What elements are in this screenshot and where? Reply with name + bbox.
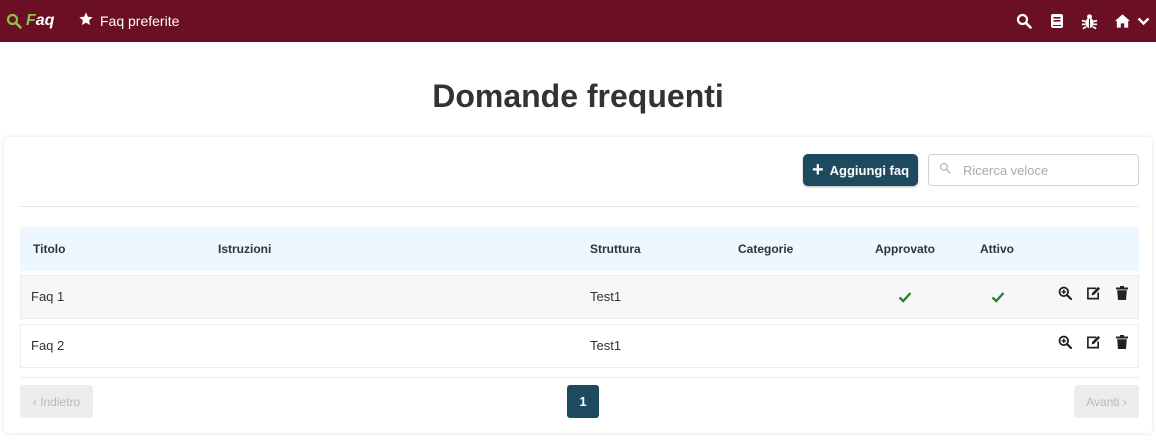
search-icon xyxy=(939,161,951,179)
search-logo-icon xyxy=(6,13,22,29)
favorites-label: Faq preferite xyxy=(100,13,180,29)
trash-icon[interactable] xyxy=(1116,286,1128,305)
active-check-icon xyxy=(991,290,1005,308)
brand-logo[interactable]: Faq xyxy=(6,11,54,31)
cell-struttura: Test1 xyxy=(590,338,622,353)
brand-initial: F xyxy=(26,12,36,29)
favorites-link[interactable]: Faq preferite xyxy=(78,11,179,31)
table-row[interactable]: Faq 2 Test1 xyxy=(20,324,1139,368)
cell-struttura: Test1 xyxy=(590,289,622,304)
add-faq-label: Aggiungi faq xyxy=(829,162,910,178)
column-header-istruzioni[interactable]: Istruzioni xyxy=(218,242,271,256)
quick-search-field[interactable] xyxy=(928,154,1139,186)
quick-search-input[interactable] xyxy=(963,162,1133,178)
plus-icon: + xyxy=(811,159,824,181)
add-faq-button[interactable]: + Aggiungi faq xyxy=(803,154,918,186)
column-header-attivo[interactable]: Attivo xyxy=(980,242,1014,256)
search-icon[interactable] xyxy=(1016,12,1032,30)
cell-titolo: Faq 2 xyxy=(31,338,65,353)
chevron-down-icon[interactable] xyxy=(1137,12,1150,30)
top-navbar: Faq Faq preferite xyxy=(0,0,1156,42)
column-header-struttura[interactable]: Struttura xyxy=(590,242,641,256)
table-header: Titolo Istruzioni Struttura Categorie Ap… xyxy=(20,227,1139,271)
toolbar-divider xyxy=(20,206,1139,207)
faq-table-card: + Aggiungi faq Titolo Istruzioni Struttu… xyxy=(4,137,1152,433)
approved-check-icon xyxy=(898,290,912,308)
pagination-divider xyxy=(20,377,1139,378)
brand-name: Faq xyxy=(26,12,54,30)
trash-icon[interactable] xyxy=(1116,335,1128,354)
column-header-titolo[interactable]: Titolo xyxy=(33,242,65,256)
table-row[interactable]: Faq 1 Test1 xyxy=(20,275,1139,319)
cell-titolo: Faq 1 xyxy=(31,289,65,304)
previous-page-button[interactable]: ‹ Indietro xyxy=(20,385,93,418)
home-icon[interactable] xyxy=(1114,12,1131,30)
zoom-icon[interactable] xyxy=(1058,286,1073,305)
bug-icon[interactable] xyxy=(1081,12,1098,30)
column-header-categorie[interactable]: Categorie xyxy=(738,242,793,256)
zoom-icon[interactable] xyxy=(1058,335,1073,354)
column-header-approvato[interactable]: Approvato xyxy=(875,242,935,256)
edit-icon[interactable] xyxy=(1086,286,1101,305)
star-icon xyxy=(78,11,94,32)
book-icon[interactable] xyxy=(1050,12,1064,30)
brand-suffix: aq xyxy=(35,12,55,29)
next-page-button[interactable]: Avanti › xyxy=(1074,385,1139,418)
page-title: Domande frequenti xyxy=(432,78,724,114)
page-number-button[interactable]: 1 xyxy=(567,385,599,418)
edit-icon[interactable] xyxy=(1086,335,1101,354)
